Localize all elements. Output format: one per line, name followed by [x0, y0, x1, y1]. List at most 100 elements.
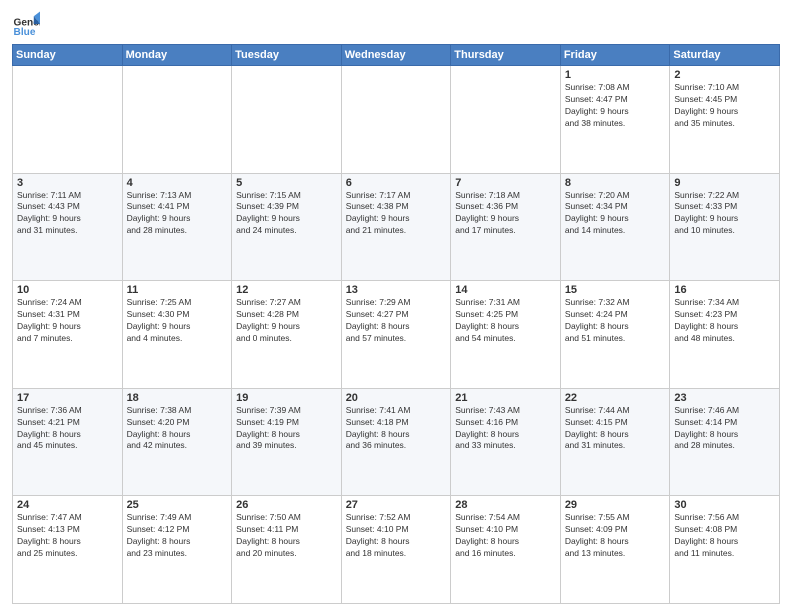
- day-cell: 9Sunrise: 7:22 AM Sunset: 4:33 PM Daylig…: [670, 173, 780, 281]
- day-number: 2: [674, 69, 775, 81]
- day-cell: 15Sunrise: 7:32 AM Sunset: 4:24 PM Dayli…: [560, 281, 670, 389]
- day-cell: 11Sunrise: 7:25 AM Sunset: 4:30 PM Dayli…: [122, 281, 232, 389]
- day-cell: 6Sunrise: 7:17 AM Sunset: 4:38 PM Daylig…: [341, 173, 451, 281]
- logo-icon: General Blue: [12, 10, 40, 38]
- day-cell: 23Sunrise: 7:46 AM Sunset: 4:14 PM Dayli…: [670, 388, 780, 496]
- week-row-2: 3Sunrise: 7:11 AM Sunset: 4:43 PM Daylig…: [13, 173, 780, 281]
- day-cell: [13, 66, 123, 174]
- day-cell: 28Sunrise: 7:54 AM Sunset: 4:10 PM Dayli…: [451, 496, 561, 604]
- calendar-body: 1Sunrise: 7:08 AM Sunset: 4:47 PM Daylig…: [13, 66, 780, 604]
- day-info: Sunrise: 7:18 AM Sunset: 4:36 PM Dayligh…: [455, 190, 556, 238]
- day-cell: 8Sunrise: 7:20 AM Sunset: 4:34 PM Daylig…: [560, 173, 670, 281]
- day-info: Sunrise: 7:29 AM Sunset: 4:27 PM Dayligh…: [346, 297, 447, 345]
- day-number: 19: [236, 392, 337, 404]
- day-info: Sunrise: 7:15 AM Sunset: 4:39 PM Dayligh…: [236, 190, 337, 238]
- day-number: 9: [674, 177, 775, 189]
- day-cell: 25Sunrise: 7:49 AM Sunset: 4:12 PM Dayli…: [122, 496, 232, 604]
- day-info: Sunrise: 7:41 AM Sunset: 4:18 PM Dayligh…: [346, 405, 447, 453]
- day-cell: 13Sunrise: 7:29 AM Sunset: 4:27 PM Dayli…: [341, 281, 451, 389]
- day-number: 1: [565, 69, 666, 81]
- day-number: 6: [346, 177, 447, 189]
- day-cell: [122, 66, 232, 174]
- week-row-4: 17Sunrise: 7:36 AM Sunset: 4:21 PM Dayli…: [13, 388, 780, 496]
- day-cell: 19Sunrise: 7:39 AM Sunset: 4:19 PM Dayli…: [232, 388, 342, 496]
- day-info: Sunrise: 7:47 AM Sunset: 4:13 PM Dayligh…: [17, 512, 118, 560]
- week-row-1: 1Sunrise: 7:08 AM Sunset: 4:47 PM Daylig…: [13, 66, 780, 174]
- day-info: Sunrise: 7:25 AM Sunset: 4:30 PM Dayligh…: [127, 297, 228, 345]
- day-number: 10: [17, 284, 118, 296]
- day-info: Sunrise: 7:39 AM Sunset: 4:19 PM Dayligh…: [236, 405, 337, 453]
- day-number: 13: [346, 284, 447, 296]
- day-number: 17: [17, 392, 118, 404]
- day-cell: 4Sunrise: 7:13 AM Sunset: 4:41 PM Daylig…: [122, 173, 232, 281]
- day-cell: 7Sunrise: 7:18 AM Sunset: 4:36 PM Daylig…: [451, 173, 561, 281]
- day-cell: [451, 66, 561, 174]
- day-number: 29: [565, 499, 666, 511]
- weekday-saturday: Saturday: [670, 45, 780, 66]
- svg-text:Blue: Blue: [14, 27, 36, 38]
- day-number: 14: [455, 284, 556, 296]
- day-info: Sunrise: 7:22 AM Sunset: 4:33 PM Dayligh…: [674, 190, 775, 238]
- day-number: 30: [674, 499, 775, 511]
- day-cell: 29Sunrise: 7:55 AM Sunset: 4:09 PM Dayli…: [560, 496, 670, 604]
- day-number: 26: [236, 499, 337, 511]
- weekday-thursday: Thursday: [451, 45, 561, 66]
- day-info: Sunrise: 7:10 AM Sunset: 4:45 PM Dayligh…: [674, 82, 775, 130]
- day-number: 20: [346, 392, 447, 404]
- day-cell: 22Sunrise: 7:44 AM Sunset: 4:15 PM Dayli…: [560, 388, 670, 496]
- day-info: Sunrise: 7:38 AM Sunset: 4:20 PM Dayligh…: [127, 405, 228, 453]
- day-number: 25: [127, 499, 228, 511]
- day-number: 4: [127, 177, 228, 189]
- day-number: 24: [17, 499, 118, 511]
- day-number: 28: [455, 499, 556, 511]
- day-info: Sunrise: 7:36 AM Sunset: 4:21 PM Dayligh…: [17, 405, 118, 453]
- day-cell: 30Sunrise: 7:56 AM Sunset: 4:08 PM Dayli…: [670, 496, 780, 604]
- day-cell: 5Sunrise: 7:15 AM Sunset: 4:39 PM Daylig…: [232, 173, 342, 281]
- day-number: 21: [455, 392, 556, 404]
- day-number: 12: [236, 284, 337, 296]
- day-info: Sunrise: 7:32 AM Sunset: 4:24 PM Dayligh…: [565, 297, 666, 345]
- day-cell: 16Sunrise: 7:34 AM Sunset: 4:23 PM Dayli…: [670, 281, 780, 389]
- day-number: 5: [236, 177, 337, 189]
- day-info: Sunrise: 7:13 AM Sunset: 4:41 PM Dayligh…: [127, 190, 228, 238]
- day-info: Sunrise: 7:17 AM Sunset: 4:38 PM Dayligh…: [346, 190, 447, 238]
- week-row-5: 24Sunrise: 7:47 AM Sunset: 4:13 PM Dayli…: [13, 496, 780, 604]
- day-cell: 18Sunrise: 7:38 AM Sunset: 4:20 PM Dayli…: [122, 388, 232, 496]
- day-cell: [341, 66, 451, 174]
- day-info: Sunrise: 7:49 AM Sunset: 4:12 PM Dayligh…: [127, 512, 228, 560]
- day-number: 22: [565, 392, 666, 404]
- day-number: 11: [127, 284, 228, 296]
- day-number: 7: [455, 177, 556, 189]
- weekday-friday: Friday: [560, 45, 670, 66]
- day-cell: [232, 66, 342, 174]
- week-row-3: 10Sunrise: 7:24 AM Sunset: 4:31 PM Dayli…: [13, 281, 780, 389]
- day-number: 16: [674, 284, 775, 296]
- day-cell: 21Sunrise: 7:43 AM Sunset: 4:16 PM Dayli…: [451, 388, 561, 496]
- logo: General Blue: [12, 10, 44, 38]
- day-number: 27: [346, 499, 447, 511]
- day-info: Sunrise: 7:55 AM Sunset: 4:09 PM Dayligh…: [565, 512, 666, 560]
- day-cell: 24Sunrise: 7:47 AM Sunset: 4:13 PM Dayli…: [13, 496, 123, 604]
- day-info: Sunrise: 7:31 AM Sunset: 4:25 PM Dayligh…: [455, 297, 556, 345]
- day-info: Sunrise: 7:11 AM Sunset: 4:43 PM Dayligh…: [17, 190, 118, 238]
- day-number: 15: [565, 284, 666, 296]
- page: General Blue SundayMondayTuesdayWednesda…: [0, 0, 792, 612]
- day-cell: 3Sunrise: 7:11 AM Sunset: 4:43 PM Daylig…: [13, 173, 123, 281]
- day-info: Sunrise: 7:24 AM Sunset: 4:31 PM Dayligh…: [17, 297, 118, 345]
- day-cell: 17Sunrise: 7:36 AM Sunset: 4:21 PM Dayli…: [13, 388, 123, 496]
- day-info: Sunrise: 7:52 AM Sunset: 4:10 PM Dayligh…: [346, 512, 447, 560]
- calendar: SundayMondayTuesdayWednesdayThursdayFrid…: [12, 44, 780, 604]
- day-info: Sunrise: 7:54 AM Sunset: 4:10 PM Dayligh…: [455, 512, 556, 560]
- day-cell: 14Sunrise: 7:31 AM Sunset: 4:25 PM Dayli…: [451, 281, 561, 389]
- weekday-wednesday: Wednesday: [341, 45, 451, 66]
- day-info: Sunrise: 7:20 AM Sunset: 4:34 PM Dayligh…: [565, 190, 666, 238]
- day-info: Sunrise: 7:27 AM Sunset: 4:28 PM Dayligh…: [236, 297, 337, 345]
- day-info: Sunrise: 7:56 AM Sunset: 4:08 PM Dayligh…: [674, 512, 775, 560]
- day-number: 8: [565, 177, 666, 189]
- header: General Blue: [12, 10, 780, 38]
- weekday-monday: Monday: [122, 45, 232, 66]
- day-cell: 26Sunrise: 7:50 AM Sunset: 4:11 PM Dayli…: [232, 496, 342, 604]
- day-cell: 1Sunrise: 7:08 AM Sunset: 4:47 PM Daylig…: [560, 66, 670, 174]
- day-cell: 2Sunrise: 7:10 AM Sunset: 4:45 PM Daylig…: [670, 66, 780, 174]
- day-cell: 27Sunrise: 7:52 AM Sunset: 4:10 PM Dayli…: [341, 496, 451, 604]
